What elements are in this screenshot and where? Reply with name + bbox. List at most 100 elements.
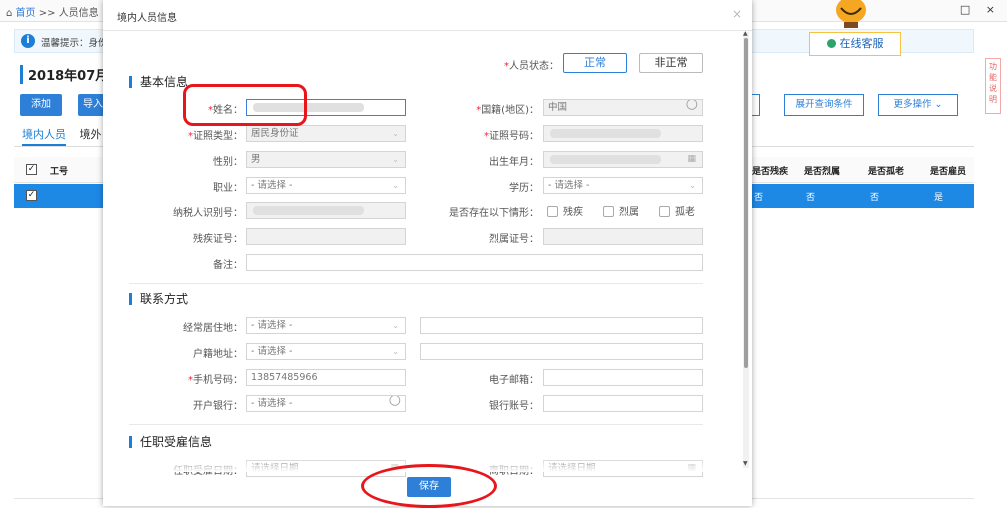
highlight-name-annotation (183, 84, 307, 126)
person-info-dialog: 境内人员信息 × ▲ ▼ *人员状态： 正常 非正常 基本信息 *姓名： *国籍… (103, 0, 752, 508)
education-select[interactable]: - 请选择 - ⌄ (543, 177, 703, 194)
header-cell: 是否雇员 (930, 167, 967, 177)
chevron-down-icon: ⌄ (934, 99, 943, 110)
situation-label: 是否存在以下情形： (449, 208, 539, 219)
service-icon (826, 39, 836, 48)
martyr-no-label: 烈属证号： (489, 234, 539, 245)
birth-label: 出生年月： (489, 157, 539, 168)
more-actions-label: 更多操作 (893, 99, 932, 110)
section-employment: 任职受雇信息 (129, 436, 212, 448)
remark-field[interactable] (246, 254, 703, 271)
gender-value: 男 (251, 154, 261, 165)
calendar-icon[interactable]: ▦ (687, 152, 696, 167)
email-label: 电子邮箱： (489, 375, 539, 386)
scroll-up-icon[interactable]: ▲ (743, 30, 748, 37)
notice-text: 温馨提示：身份 (41, 38, 108, 49)
highlight-save-annotation (361, 464, 497, 508)
function-help-tab[interactable]: 功能说明 (985, 58, 1001, 114)
scrollbar[interactable]: ▲ ▼ (743, 30, 749, 468)
id-number-field[interactable] (543, 125, 703, 142)
chevron-down-icon: ⌄ (392, 155, 399, 164)
bank-label: 开户银行： (193, 401, 243, 412)
section-contact: 联系方式 (129, 293, 188, 305)
occupation-select[interactable]: - 请选择 - ⌄ (246, 177, 406, 194)
gender-select[interactable]: 男 ⌄ (246, 151, 406, 168)
chevron-down-icon: ⌄ (392, 321, 399, 330)
title-divider (103, 30, 752, 31)
more-actions-button[interactable]: 更多操作 ⌄ (878, 94, 958, 116)
residence-label: 经常居住地： (183, 323, 243, 334)
info-icon: i (21, 34, 35, 48)
row-checkbox[interactable]: ✓ (26, 190, 37, 201)
header-cell: 是否烈属 (804, 167, 841, 177)
account-label: 银行账号： (489, 401, 539, 412)
taxpayer-id-field[interactable] (246, 202, 406, 219)
disability-no-field[interactable] (246, 228, 406, 245)
id-type-value: 居民身份证 (251, 128, 299, 139)
gender-label: 性别： (213, 157, 243, 168)
checkbox-box[interactable] (603, 206, 614, 217)
add-button[interactable]: 添加 (20, 94, 62, 116)
checkbox-label: 孤老 (675, 207, 695, 218)
status-normal-button[interactable]: 正常 (563, 53, 627, 73)
row-cell: 否 (870, 193, 880, 203)
breadcrumb-sep: >> (38, 8, 56, 19)
online-service-button[interactable]: 在线客服 (809, 32, 901, 56)
id-type-select[interactable]: 居民身份证 ⌄ (246, 125, 406, 142)
education-label: 学历： (509, 183, 539, 194)
window-controls[interactable]: □ × (960, 3, 1001, 16)
occupation-value: - 请选择 - (251, 180, 293, 191)
account-field[interactable] (543, 395, 703, 412)
tab-foreign[interactable]: 境外 (80, 128, 102, 141)
expand-query-button[interactable]: 展开查询条件 (784, 94, 864, 116)
tabs: 境内人员 境外 (22, 126, 102, 146)
chevron-down-icon: ⌄ (392, 181, 399, 190)
phone-field[interactable]: 13857485966 (246, 369, 406, 386)
status-abnormal-button[interactable]: 非正常 (639, 53, 703, 73)
residence-select[interactable]: - 请选择 - ⌄ (246, 317, 406, 334)
id-type-label: *证照类型： (188, 131, 243, 142)
residence-detail-field[interactable] (420, 317, 703, 334)
scrollbar-thumb[interactable] (744, 38, 748, 368)
occupation-label: 职业： (213, 183, 243, 194)
household-select[interactable]: - 请选择 - ⌄ (246, 343, 406, 360)
martyr-checkbox[interactable]: 烈属 (603, 203, 639, 218)
period-title: 2018年07月 (20, 65, 108, 84)
chevron-down-icon: ⌄ (392, 129, 399, 138)
taxpayer-id-label: 纳税人识别号： (173, 208, 243, 219)
breadcrumb-home[interactable]: 首页 (16, 8, 36, 19)
id-number-label: *证照号码： (484, 131, 539, 142)
disability-checkbox[interactable]: 残疾 (547, 203, 583, 218)
email-field[interactable] (543, 369, 703, 386)
close-icon[interactable]: × (732, 7, 742, 21)
household-label: 户籍地址： (193, 349, 243, 360)
header-cell: 工号 (50, 167, 69, 177)
disability-no-label: 残疾证号： (193, 234, 243, 245)
row-cell: 是 (934, 193, 944, 203)
service-label: 在线客服 (839, 37, 884, 50)
checkbox-box[interactable] (659, 206, 670, 217)
row-cell: 否 (806, 193, 816, 203)
status-label: *人员状态： (504, 61, 559, 72)
martyr-no-field[interactable] (543, 228, 703, 245)
elderly-checkbox[interactable]: 孤老 (659, 203, 695, 218)
tab-domestic[interactable]: 境内人员 (22, 128, 66, 146)
checkbox-label: 残疾 (563, 207, 583, 218)
section-basic-info: 基本信息 (129, 76, 188, 88)
search-icon[interactable]: ○ (686, 100, 698, 112)
section-divider (129, 424, 703, 425)
remark-label: 备注： (213, 260, 243, 271)
bank-select[interactable]: - 请选择 - ○ (246, 395, 406, 412)
select-all-checkbox[interactable]: ✓ (26, 164, 37, 175)
home-icon[interactable]: ⌂ (6, 8, 12, 19)
birth-date-field[interactable]: ▦ (543, 151, 703, 168)
search-icon[interactable]: ○ (389, 396, 401, 408)
section-divider (129, 283, 703, 284)
checkbox-box[interactable] (547, 206, 558, 217)
household-detail-field[interactable] (420, 343, 703, 360)
education-value: - 请选择 - (548, 180, 590, 191)
breadcrumb: ⌂ 首页 >> 人员信息 (6, 4, 99, 19)
scroll-down-icon[interactable]: ▼ (743, 460, 748, 467)
chevron-down-icon: ⌄ (689, 181, 696, 190)
nationality-select[interactable]: 中国 ○ (543, 99, 703, 116)
